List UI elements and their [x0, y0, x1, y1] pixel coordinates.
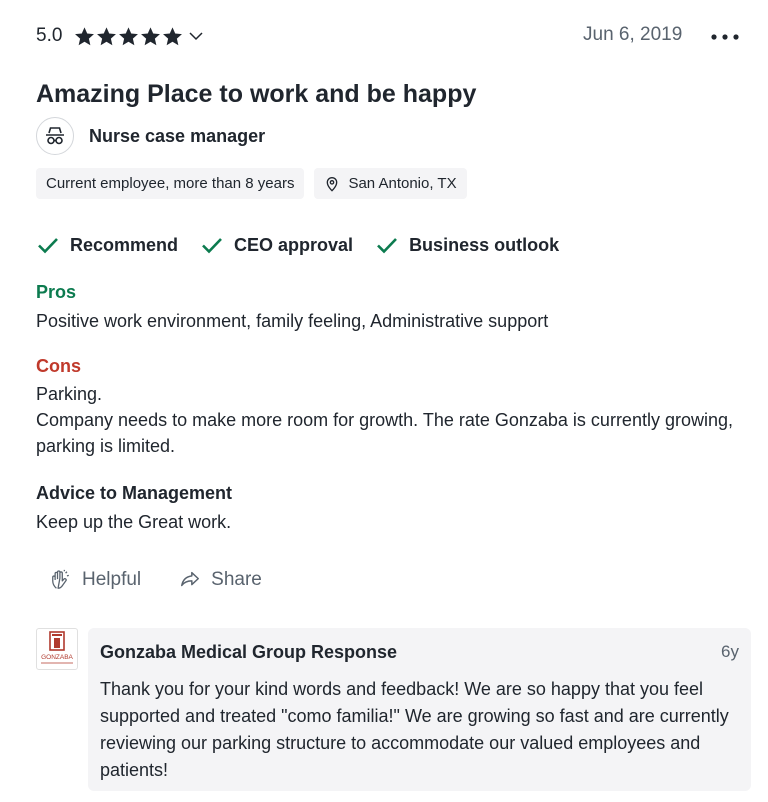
employment-status: Current employee, more than 8 years	[46, 175, 295, 192]
star-icon	[97, 26, 117, 45]
ceo-approval-label: CEO approval	[234, 234, 354, 255]
star-icon	[75, 26, 95, 45]
business-outlook-label: Business outlook	[409, 234, 560, 255]
location-chip: San Antonio, TX	[314, 168, 467, 199]
response-text: Thank you for your kind words and feedba…	[100, 679, 729, 780]
helpful-hand-icon	[52, 569, 69, 589]
helpful-label: Helpful	[82, 569, 142, 590]
employer-response: Gonzaba Medical Group Response 6y Thank …	[88, 628, 751, 791]
pros-heading: Pros	[36, 282, 77, 302]
cons-line: Parking.	[36, 384, 103, 404]
ceo-approval-item: CEO approval	[200, 233, 353, 257]
review-actions: Helpful Share	[50, 566, 300, 594]
employment-chips: Current employee, more than 8 years San …	[36, 168, 467, 199]
review-title: Amazing Place to work and be happy	[36, 80, 477, 108]
cons-text: Parking. Company needs to make more room…	[36, 381, 736, 459]
star-rating	[74, 26, 183, 47]
more-options-icon[interactable]	[709, 28, 741, 46]
response-age: 6y	[721, 642, 739, 661]
check-icon	[202, 238, 222, 254]
cons-heading: Cons	[36, 356, 81, 376]
advice-text: Keep up the Great work.	[36, 512, 232, 532]
rating-row: 5.0	[36, 22, 205, 50]
location-text: San Antonio, TX	[348, 175, 457, 192]
business-outlook-item: Business outlook	[375, 233, 559, 257]
helpful-button[interactable]: Helpful	[50, 569, 141, 591]
approvals-row: Recommend CEO approval Business outlook	[36, 230, 581, 260]
share-button[interactable]: Share	[179, 569, 262, 591]
recommend-label: Recommend	[70, 234, 179, 255]
role-glasses-icon	[36, 117, 74, 155]
cons-line: Company needs to make more room for grow…	[36, 410, 733, 456]
location-pin-icon	[327, 176, 338, 192]
star-icon	[141, 26, 161, 45]
role-row: Nurse case manager	[36, 116, 265, 156]
response-title: Gonzaba Medical Group Response	[100, 642, 398, 662]
company-logo: GONZABA	[36, 628, 78, 670]
advice-heading: Advice to Management	[36, 483, 233, 503]
star-icon	[119, 26, 139, 45]
rating-value: 5.0	[36, 25, 63, 46]
share-label: Share	[211, 569, 262, 590]
gonzaba-logo-icon: GONZABA	[41, 631, 74, 664]
employment-chip: Current employee, more than 8 years	[36, 168, 305, 199]
review-date: Jun 6, 2019	[583, 24, 683, 45]
logo-text: GONZABA	[41, 654, 73, 661]
check-icon	[38, 238, 58, 254]
check-icon	[377, 238, 398, 254]
job-title: Nurse case manager	[89, 125, 266, 146]
recommend-item: Recommend	[36, 233, 178, 257]
chevron-down-icon[interactable]	[187, 27, 205, 45]
share-icon	[181, 571, 200, 587]
star-icon	[163, 26, 183, 45]
pros-text: Positive work environment, family feelin…	[36, 311, 549, 331]
